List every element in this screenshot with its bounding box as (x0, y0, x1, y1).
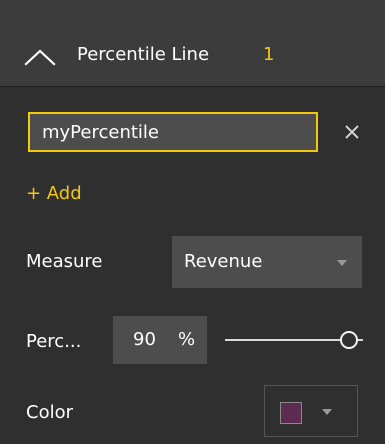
percent-unit: % (178, 329, 196, 350)
color-picker-button[interactable] (264, 385, 358, 437)
add-button[interactable]: + Add (26, 178, 82, 210)
caret-down-icon (337, 260, 347, 266)
section-count-badge: 1 (263, 44, 275, 65)
measure-dropdown[interactable]: Revenue (172, 236, 362, 288)
section-header-percentile-line[interactable]: Percentile Line 1 (0, 0, 385, 87)
color-swatch (280, 402, 302, 424)
close-icon[interactable] (340, 120, 364, 144)
chevron-up-icon[interactable] (23, 47, 57, 67)
section-title: Percentile Line (77, 44, 210, 65)
measure-selected-value: Revenue (184, 251, 263, 272)
percentile-name-input[interactable] (30, 114, 316, 150)
percentile-value: 90 (133, 329, 156, 350)
caret-down-icon (322, 409, 332, 415)
percentile-slider[interactable] (225, 324, 363, 356)
slider-thumb[interactable] (340, 331, 359, 349)
percentile-label: Perc... (26, 331, 82, 352)
add-button-label: + Add (26, 183, 82, 204)
percentile-name-field[interactable] (28, 112, 318, 152)
percentile-line-panel: Percentile Line 1 + Add Measure Revenue … (0, 0, 385, 444)
measure-label: Measure (26, 251, 103, 272)
color-label: Color (26, 402, 73, 423)
percentile-value-input[interactable]: 90 % (113, 316, 207, 364)
